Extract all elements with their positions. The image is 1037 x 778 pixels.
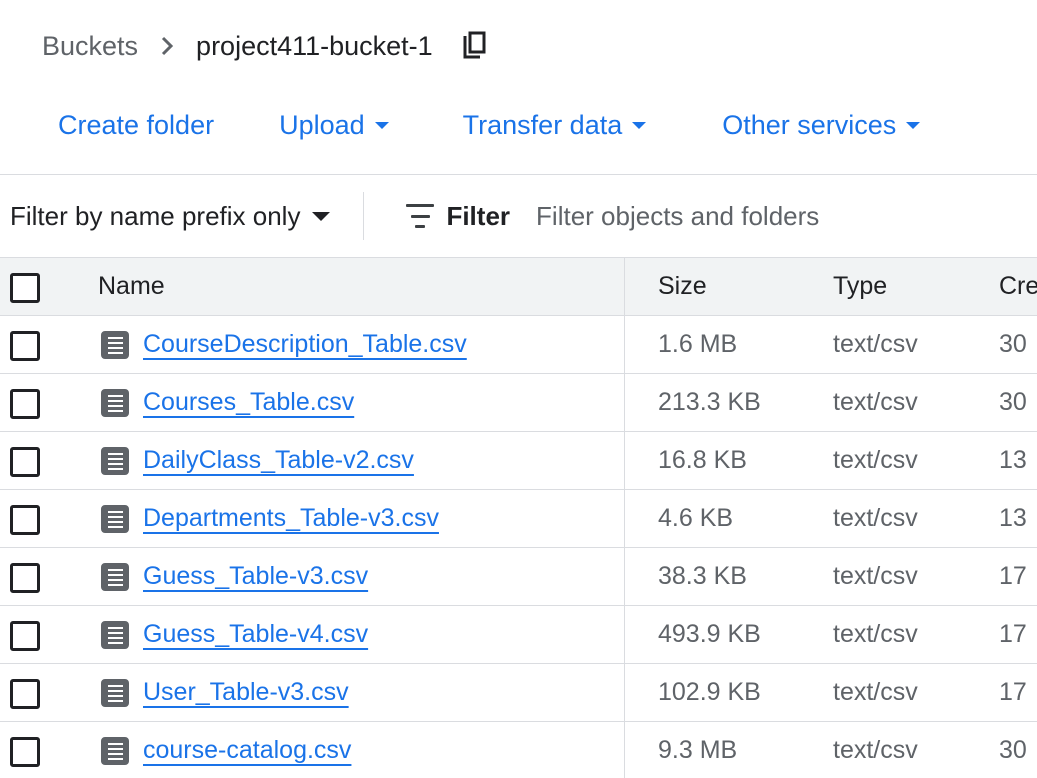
select-all-checkbox[interactable] xyxy=(10,273,40,303)
object-created: 17 xyxy=(999,620,1027,648)
object-size: 493.9 KB xyxy=(624,606,761,663)
caret-down-icon xyxy=(374,121,389,129)
bucket-name: project411-bucket-1 xyxy=(196,30,433,61)
object-type: text/csv xyxy=(833,736,918,764)
object-created: 17 xyxy=(999,678,1027,706)
object-size: 213.3 KB xyxy=(624,374,761,431)
table-row: Guess_Table-v4.csv 493.9 KB text/csv 17 xyxy=(0,606,1037,664)
upload-button[interactable]: Upload xyxy=(279,110,389,141)
object-type: text/csv xyxy=(833,678,918,706)
object-name-link[interactable]: Guess_Table-v4.csv xyxy=(143,606,368,663)
create-folder-button[interactable]: Create folder xyxy=(58,110,214,141)
filter-input[interactable] xyxy=(536,200,977,232)
column-header-type[interactable]: Type xyxy=(833,258,887,315)
object-type: text/csv xyxy=(833,562,918,590)
table-row: Courses_Table.csv 213.3 KB text/csv 30 xyxy=(0,374,1037,432)
object-type: text/csv xyxy=(833,388,918,416)
object-size: 102.9 KB xyxy=(624,664,761,721)
row-checkbox[interactable] xyxy=(10,505,40,535)
table-header-row: Name Size Type Cre xyxy=(0,258,1037,316)
transfer-data-label: Transfer data xyxy=(462,109,623,140)
object-created: 30 xyxy=(999,330,1027,358)
file-document-icon xyxy=(101,563,129,591)
object-toolbar: Create folder Upload Transfer data Other… xyxy=(58,104,921,146)
object-name-link[interactable]: Departments_Table-v3.csv xyxy=(143,490,439,547)
row-checkbox[interactable] xyxy=(10,737,40,767)
table-row: DailyClass_Table-v2.csv 16.8 KB text/csv… xyxy=(0,432,1037,490)
object-size: 9.3 MB xyxy=(624,722,737,778)
objects-table: Name Size Type Cre CourseDescription_Tab… xyxy=(0,258,1037,778)
object-type: text/csv xyxy=(833,330,918,358)
bucket-details-page: Buckets project411-bucket-1 Create folde… xyxy=(0,0,1037,778)
object-name-link[interactable]: Courses_Table.csv xyxy=(143,374,354,431)
create-folder-label: Create folder xyxy=(58,109,215,140)
filter-mode-select[interactable]: Filter by name prefix only xyxy=(10,200,331,232)
filter-bar: Filter by name prefix only Filter xyxy=(0,174,1037,258)
filter-mode-label: Filter by name prefix only xyxy=(10,200,301,231)
table-row: course-catalog.csv 9.3 MB text/csv 30 xyxy=(0,722,1037,778)
object-created: 13 xyxy=(999,446,1027,474)
chevron-right-icon xyxy=(138,35,196,57)
file-document-icon xyxy=(101,737,129,765)
file-document-icon xyxy=(101,447,129,475)
other-services-button[interactable]: Other services xyxy=(722,109,921,141)
object-name-link[interactable]: Guess_Table-v3.csv xyxy=(143,548,368,605)
object-type: text/csv xyxy=(833,446,918,474)
file-document-icon xyxy=(101,389,129,417)
other-services-label: Other services xyxy=(722,109,897,140)
file-document-icon xyxy=(101,621,129,649)
filter-list-icon xyxy=(406,204,435,228)
file-document-icon xyxy=(101,505,129,533)
caret-down-icon xyxy=(312,211,331,221)
object-size: 1.6 MB xyxy=(624,316,737,373)
object-created: 30 xyxy=(999,388,1027,416)
column-header-name[interactable]: Name xyxy=(98,258,165,315)
table-row: CourseDescription_Table.csv 1.6 MB text/… xyxy=(0,316,1037,374)
table-row: Guess_Table-v3.csv 38.3 KB text/csv 17 xyxy=(0,548,1037,606)
object-name-link[interactable]: CourseDescription_Table.csv xyxy=(143,316,467,373)
column-header-size[interactable]: Size xyxy=(624,258,707,315)
table-row: User_Table-v3.csv 102.9 KB text/csv 17 xyxy=(0,664,1037,722)
caret-down-icon xyxy=(906,121,921,129)
row-checkbox[interactable] xyxy=(10,621,40,651)
table-row: Departments_Table-v3.csv 4.6 KB text/csv… xyxy=(0,490,1037,548)
object-name-link[interactable]: DailyClass_Table-v2.csv xyxy=(143,432,414,489)
object-size: 4.6 KB xyxy=(624,490,733,547)
row-checkbox[interactable] xyxy=(10,447,40,477)
object-type: text/csv xyxy=(833,504,918,532)
file-document-icon xyxy=(101,679,129,707)
row-checkbox[interactable] xyxy=(10,389,40,419)
file-document-icon xyxy=(101,331,129,359)
object-created: 13 xyxy=(999,504,1027,532)
object-created: 17 xyxy=(999,562,1027,590)
upload-label: Upload xyxy=(279,109,365,140)
filter-label: Filter xyxy=(446,200,511,231)
row-checkbox[interactable] xyxy=(10,679,40,709)
row-checkbox[interactable] xyxy=(10,331,40,361)
breadcrumb: Buckets project411-bucket-1 xyxy=(42,26,493,66)
object-size: 16.8 KB xyxy=(624,432,747,489)
object-type: text/csv xyxy=(833,620,918,648)
object-name-link[interactable]: User_Table-v3.csv xyxy=(143,664,349,721)
object-created: 30 xyxy=(999,736,1027,764)
object-name-link[interactable]: course-catalog.csv xyxy=(143,722,351,778)
transfer-data-button[interactable]: Transfer data xyxy=(463,110,647,141)
breadcrumb-buckets-link[interactable]: Buckets xyxy=(42,31,138,62)
caret-down-icon xyxy=(632,121,647,129)
copy-icon[interactable] xyxy=(457,26,493,66)
divider xyxy=(363,192,365,240)
row-checkbox[interactable] xyxy=(10,563,40,593)
column-header-created[interactable]: Cre xyxy=(999,258,1037,315)
object-size: 38.3 KB xyxy=(624,548,747,605)
